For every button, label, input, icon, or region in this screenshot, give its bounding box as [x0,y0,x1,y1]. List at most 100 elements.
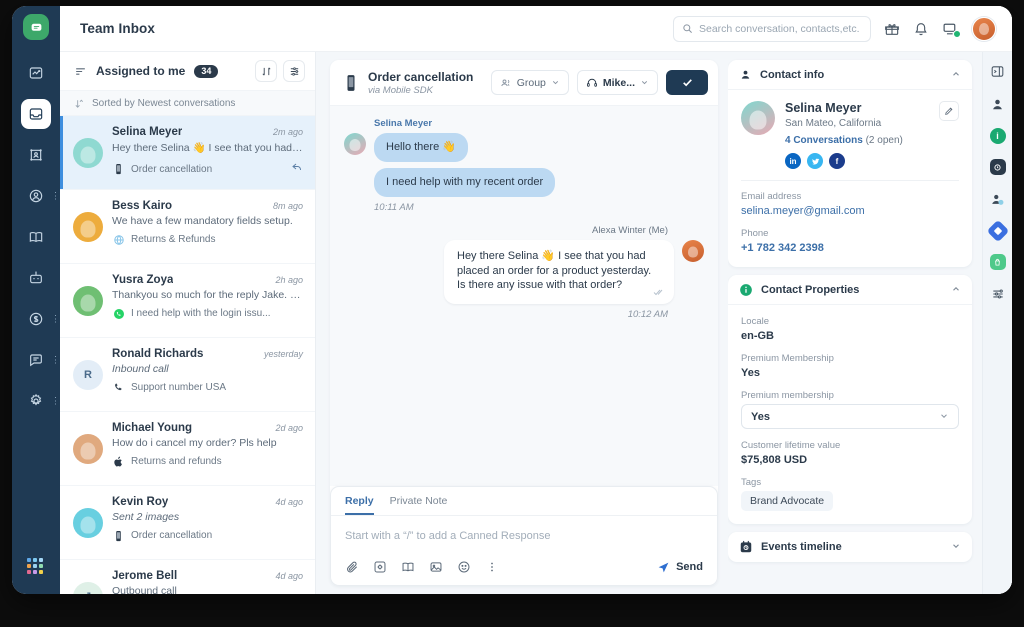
message-thread: Selina Meyer Hello there 👋 I need help w… [330,106,718,486]
sidebar-item-reports[interactable] [21,58,51,88]
list-item[interactable]: Kevin Roy 4d ago Sent 2 images Order cancel… [60,486,315,560]
send-button[interactable]: Send [657,561,703,574]
image-icon[interactable] [429,560,443,574]
list-settings-icon[interactable] [283,60,305,82]
bell-icon[interactable] [913,21,929,37]
right-icon-rail: i [982,52,1012,594]
premium-membership-value: Yes [741,367,760,379]
chevron-up-icon[interactable] [951,69,961,81]
conversation-actions: Group Mike... [490,70,708,95]
group-dropdown[interactable]: Group [490,70,569,95]
twitter-icon[interactable] [807,153,823,169]
sort-arrows-icon[interactable] [255,60,277,82]
sidebar-item-settings[interactable]: ⋮ [21,386,60,416]
sidebar-item-messages[interactable]: ⋮ [21,345,60,375]
events-icon[interactable] [989,159,1006,175]
shopify-icon[interactable] [989,254,1006,270]
linkedin-icon[interactable]: in [785,153,801,169]
contact-properties-header[interactable]: Contact Properties [728,275,972,305]
gift-icon[interactable] [884,21,900,37]
attachment-icon[interactable] [345,560,359,574]
sliders-settings-icon[interactable] [989,285,1007,303]
page-title: Team Inbox [80,21,156,36]
screen-share-icon[interactable] [942,20,961,38]
list-item-channel-row: Order cancellation [112,160,303,178]
sidebar-item-contacts[interactable]: ⋮ [21,181,60,211]
assignee-dropdown[interactable]: Mike... [576,70,658,95]
info-icon[interactable]: i [989,128,1006,144]
sidebar-item-bot[interactable] [21,263,51,293]
timestamp: 2d ago [275,423,303,433]
more-options-icon[interactable] [485,560,499,574]
chevron-down-icon [939,411,949,423]
search-input[interactable]: Search conversation, contacts,etc. [673,15,871,42]
events-timeline-header[interactable]: Events timeline [728,532,972,562]
premium-membership-select[interactable]: Yes [741,404,959,429]
premium-membership-select-label: Premium membership [741,390,834,401]
conversation-count-badge: 34 [194,64,219,78]
reply-arrow-icon[interactable] [291,160,303,178]
agent-support-icon[interactable] [989,95,1007,113]
message-preview: Hey there Selina 👋 I see that you had p.… [112,142,303,154]
list-item[interactable]: Michael Young 2d ago How do i cancel my or… [60,412,315,486]
conversation-list-panel: Assigned to me 34 Sorted by Newest conve… [60,52,316,594]
premium-membership-label: Premium Membership [741,353,834,364]
avatar [741,101,775,135]
sidebar-item-menu-dots[interactable]: ⋮ [51,396,60,405]
phone-value[interactable]: +1 782 342 2398 [741,242,959,254]
chevron-up-icon[interactable] [951,284,961,296]
list-item[interactable]: Bess Kairo 8m ago We have a few mandatory … [60,190,315,264]
list-item[interactable]: R Ronald Richards yesterday Inbound call Sup… [60,338,315,412]
app-grid-icon[interactable] [27,558,45,576]
list-item-channel-row: Returns and refunds [112,455,303,468]
send-icon [658,562,669,572]
sidebar-item-campaigns[interactable] [21,140,51,170]
events-timeline-title: Events timeline [761,541,842,553]
contact-sidebar: Contact info Selina Meyer San Mateo, Cal… [728,52,982,594]
clv-label: Customer lifetime value [741,440,841,451]
tab-reply[interactable]: Reply [345,495,374,515]
filter-icon[interactable] [74,65,87,78]
conversation-items: Selina Meyer 2m ago Hey there Selina 👋 I s… [60,116,315,594]
channel-label: Returns & Refunds [131,234,216,245]
sidebar-item-menu-dots[interactable]: ⋮ [51,191,60,200]
canned-response-icon[interactable] [373,560,387,574]
sidebar-item-menu-dots[interactable]: ⋮ [51,314,60,323]
email-value[interactable]: selina.meyer@gmail.com [741,205,959,217]
resolve-conversation-button[interactable] [666,70,708,95]
search-icon [683,24,692,33]
status-badge[interactable]: Brand Advocate [741,491,834,511]
message-group-incoming: Selina Meyer Hello there 👋 I need help w… [344,118,704,213]
sidebar-item-menu-dots[interactable]: ⋮ [51,355,60,364]
pencil-edit-icon[interactable] [939,101,959,121]
avatar [73,211,103,242]
conversation-title-block: Order cancellation via Mobile SDK [368,70,473,96]
panel-toggle-icon[interactable] [989,62,1007,80]
sidebar-item-billing[interactable]: ⋮ [21,304,60,334]
integrations-diamond-icon[interactable] [986,219,1009,243]
chevron-down-icon[interactable] [951,541,961,553]
timestamp: 4d ago [275,497,303,507]
message-text: Hey there Selina 👋 I see that you had pl… [457,249,652,292]
facebook-icon[interactable]: f [829,153,845,169]
avatar [344,133,366,155]
knowledge-base-icon[interactable] [401,560,415,574]
reply-input[interactable]: Start with a “/” to add a Canned Respons… [331,516,717,560]
list-item[interactable]: Yusra Zoya 2h ago Thankyou so much for the… [60,264,315,338]
contact-info-header[interactable]: Contact info [728,60,972,90]
timestamp: 2h ago [275,275,303,285]
sidebar-item-knowledge-base[interactable] [21,222,51,252]
conversations-link[interactable]: 4 Conversations [785,135,863,146]
list-item-channel-row: I need help with the login issu... [112,307,303,320]
emoji-icon[interactable] [457,560,471,574]
tab-private-note[interactable]: Private Note [390,495,448,515]
list-item[interactable]: J Jerome Bell 4d ago Outbound call [60,560,315,594]
conversation-filter-label: Assigned to me [96,64,186,78]
contact-icon[interactable] [989,190,1007,208]
sorted-by-row[interactable]: Sorted by Newest conversations [60,90,315,116]
sidebar-item-inbox[interactable] [21,99,51,129]
mobile-sdk-icon [112,529,125,542]
avatar[interactable] [972,16,996,41]
message-group-outgoing: Alexa Winter (Me) Hey there Selina 👋 I s… [344,225,704,320]
list-item[interactable]: Selina Meyer 2m ago Hey there Selina 👋 I s… [60,116,315,190]
